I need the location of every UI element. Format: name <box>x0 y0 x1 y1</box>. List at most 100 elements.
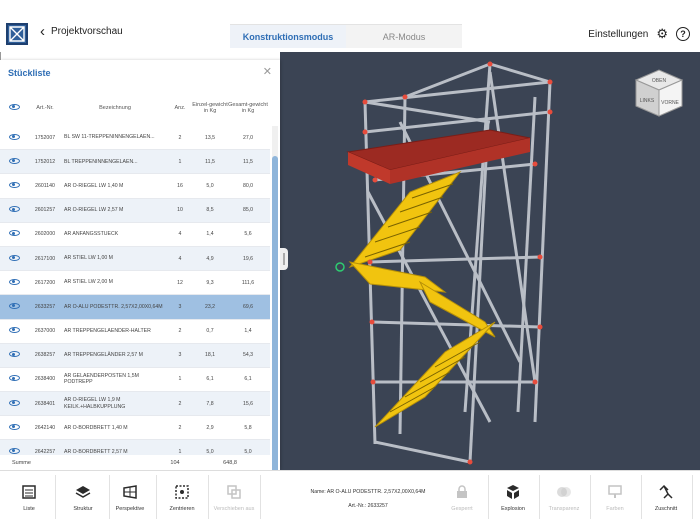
visibility-toggle[interactable] <box>0 278 28 287</box>
colors-button[interactable]: Farben <box>589 471 641 523</box>
cell-nr: 2602000 <box>34 231 56 238</box>
column-header-nr[interactable]: Art.-Nr. <box>28 105 62 111</box>
3d-viewport[interactable]: OBEN VORNE LINKS <box>280 52 700 470</box>
settings-label[interactable]: Einstellungen <box>588 29 648 40</box>
lock-button[interactable]: Gesperrt <box>436 471 488 523</box>
center-button[interactable]: Zentrieren <box>156 471 208 523</box>
eye-icon[interactable] <box>8 423 20 430</box>
panel-title: Stückliste <box>8 68 51 78</box>
column-header-weight-total[interactable]: Gesamt-gewicht in Kg <box>228 102 268 114</box>
parts-table-body: 1752007 BL SW 11-TREPPENINNENGELAEN... 2 13… <box>0 126 270 510</box>
cell-nr: 2637000 <box>34 328 56 335</box>
visibility-toggle[interactable] <box>0 375 28 383</box>
cell-qty: 2 <box>178 424 182 431</box>
eye-icon[interactable] <box>8 157 20 164</box>
visibility-toggle[interactable] <box>0 399 28 408</box>
cut-button[interactable]: Zuschnitt <box>640 471 692 523</box>
tool-label: Struktur <box>73 506 93 512</box>
eye-icon[interactable] <box>8 351 20 358</box>
table-row[interactable]: 2617100 AR STIEL LW 1,00 M 4 4,9 19,6 <box>0 246 270 272</box>
cell-qty: 1 <box>178 158 182 165</box>
back-button[interactable]: ‹ Projektvorschau <box>40 24 123 39</box>
eye-icon[interactable] <box>8 133 20 140</box>
cell-weight-total: 1,4 <box>244 328 252 335</box>
table-row[interactable]: 2602000 AR ANFANGSSTUECK 4 1,4 5,6 <box>0 223 270 247</box>
eye-icon[interactable] <box>8 206 20 213</box>
eye-icon[interactable] <box>8 181 20 188</box>
center-icon <box>173 483 191 501</box>
visibility-toggle[interactable] <box>0 351 28 359</box>
table-row[interactable]: 2638257 AR TREPPENGELÄNDER 2,57 M 3 18,1 54,… <box>0 343 270 368</box>
cell-weight-each: 7,8 <box>206 400 214 407</box>
cell-weight-each: 23,2 <box>204 303 216 310</box>
help-icon[interactable]: ? <box>676 27 690 41</box>
table-row[interactable]: 2638401 AR O-RIEGEL LW 1,9 M KEILK.+HALBK… <box>0 392 270 417</box>
app-logo-icon[interactable] <box>6 23 28 45</box>
eye-icon[interactable] <box>8 302 20 309</box>
table-row[interactable]: 2637000 AR TREPPENGELAENDER-HALTER 2 0,7 1,4 <box>0 320 270 344</box>
cell-name: AR O-ALU PODESTTR. 2,57X2,00X0,64M <box>64 303 163 310</box>
scrollbar-thumb[interactable] <box>272 156 278 504</box>
visibility-toggle[interactable] <box>0 206 28 214</box>
visibility-toggle[interactable] <box>0 230 28 238</box>
eye-icon[interactable] <box>8 327 20 334</box>
table-row[interactable]: 2633257 AR O-ALU PODESTTR. 2,57X2,00X0,64… <box>0 295 270 320</box>
visibility-toggle[interactable] <box>0 254 28 263</box>
cell-name: AR ANFANGSSTUECK <box>64 231 119 238</box>
cell-nr: 2617100 <box>34 255 56 262</box>
visibility-toggle[interactable] <box>0 423 28 432</box>
cell-weight-total: 11,5 <box>243 158 253 165</box>
table-row[interactable]: 2601257 AR O-RIEGEL LW 2,57 M 10 8,5 85,0 <box>0 198 270 223</box>
gear-icon[interactable]: ⚙ <box>656 26 668 42</box>
selected-name-label: Name: <box>310 489 326 495</box>
cell-nr: 2601140 <box>35 182 55 189</box>
column-header-qty[interactable]: Anz. <box>168 105 192 111</box>
layers-button[interactable]: Struktur <box>57 471 109 523</box>
eye-icon[interactable] <box>8 254 20 261</box>
table-row[interactable]: 2642140 AR O-BORDBRETT 1,40 M 2 2,9 5,8 <box>0 416 270 441</box>
eye-icon[interactable] <box>8 399 20 406</box>
cell-weight-total: 111,6 <box>241 279 255 286</box>
visibility-toggle[interactable] <box>0 181 28 190</box>
table-row[interactable]: 2601140 AR O-RIEGEL LW 1,40 M 16 5,0 80,0 <box>0 174 270 199</box>
close-icon[interactable]: ✕ <box>263 65 272 78</box>
tab-ar-mode[interactable]: AR-Modus <box>346 24 462 48</box>
move-icon <box>225 483 243 501</box>
bottom-toolbar: Name: AR O-ALU PODESTTR. 2,57X2,00X0,64M… <box>0 470 700 523</box>
eye-icon[interactable] <box>8 375 20 382</box>
eye-icon[interactable] <box>8 448 20 455</box>
summary-weight: 648,8 <box>223 459 237 466</box>
cell-qty: 2 <box>178 400 182 407</box>
tool-label: Gesperrt <box>451 506 473 512</box>
column-header-name[interactable]: Bezeichnung <box>62 105 168 111</box>
toolbar-divider <box>260 475 261 519</box>
visibility-column-header[interactable] <box>0 104 28 112</box>
table-row[interactable]: 1752012 BL TREPPENINNENGELAEN... 1 11,5 11,5 <box>0 150 270 175</box>
table-row[interactable]: 2638400 AR GELAENDERPOSTEN 1,5M PODTREPP 1… <box>0 368 270 393</box>
list-button[interactable]: Liste <box>3 471 55 523</box>
visibility-toggle[interactable] <box>0 327 28 335</box>
cell-weight-total: 54,3 <box>242 352 254 359</box>
tab-construction-mode[interactable]: Konstruktionsmodus <box>230 24 346 48</box>
cell-nr: 2638257 <box>34 352 56 359</box>
explode-button[interactable]: Explosion <box>487 471 539 523</box>
transparency-button[interactable]: Transparenz <box>538 471 590 523</box>
cell-qty: 4 <box>178 255 182 262</box>
move-button[interactable]: Verschieben aus <box>208 471 260 523</box>
panel-resize-handle[interactable] <box>280 248 288 270</box>
view-cube[interactable]: OBEN VORNE LINKS <box>632 66 686 123</box>
perspective-button[interactable]: Perspektive <box>104 471 156 523</box>
table-row[interactable]: 1752007 BL SW 11-TREPPENINNENGELAEN... 2 13… <box>0 126 270 151</box>
table-row[interactable]: 2617200 AR STIEL LW 2,00 M 12 9,3 111,6 <box>0 271 270 296</box>
tool-label: Zentrieren <box>169 506 195 512</box>
column-header-weight-each[interactable]: Einzel-gewicht in Kg <box>192 102 228 114</box>
cell-weight-total: 6,1 <box>244 376 252 383</box>
cell-weight-each: 4,9 <box>206 255 214 262</box>
eye-icon[interactable] <box>8 230 20 237</box>
visibility-toggle[interactable] <box>0 302 28 311</box>
visibility-toggle[interactable] <box>0 157 28 166</box>
cell-weight-total: 5,6 <box>244 231 252 238</box>
eye-icon[interactable] <box>8 278 20 285</box>
explode-icon <box>504 483 522 501</box>
visibility-toggle[interactable] <box>0 133 28 142</box>
